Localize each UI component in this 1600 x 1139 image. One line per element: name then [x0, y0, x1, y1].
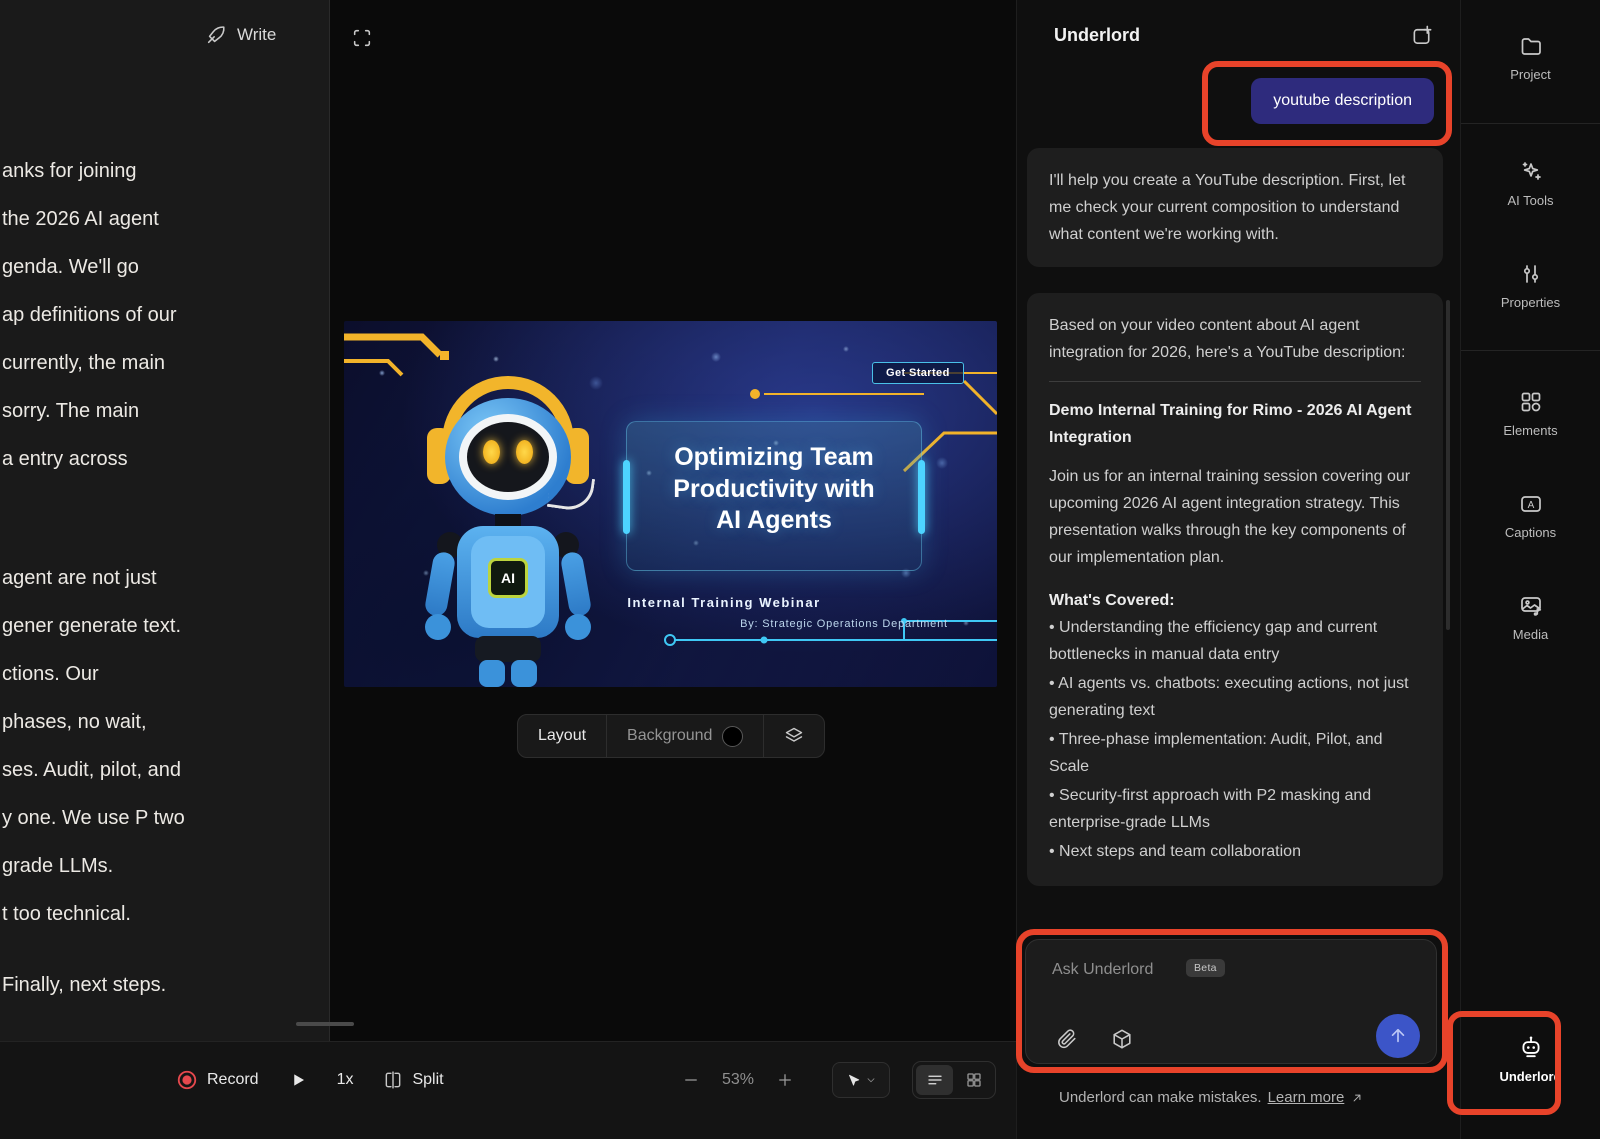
get-started-label: Get Started — [872, 362, 964, 384]
bullet-item: • Next steps and team collaboration — [1049, 838, 1421, 865]
sidebar-item-elements[interactable]: Elements — [1461, 390, 1600, 438]
chat-scrollbar[interactable] — [1446, 300, 1450, 630]
script-view-toggle[interactable] — [916, 1065, 953, 1095]
sidebar-item-properties[interactable]: Properties — [1461, 262, 1600, 310]
new-chat-button[interactable] — [1411, 24, 1434, 47]
robot-illustration: AI — [399, 376, 634, 687]
script-line[interactable]: sorry. The main — [2, 387, 329, 435]
chat-disclaimer: Underlord can make mistakes. Learn more — [1059, 1089, 1364, 1106]
sidebar-item-project[interactable]: Project — [1461, 34, 1600, 82]
send-button[interactable] — [1376, 1014, 1420, 1058]
script-editor-panel[interactable]: Write anks for joining the 2026 AI agent… — [0, 0, 330, 1041]
media-icon — [1519, 594, 1543, 618]
sliders-icon — [1519, 262, 1543, 286]
assistant-message-1: I'll help you create a YouTube descripti… — [1027, 148, 1443, 267]
description-paragraph: Join us for an internal training session… — [1049, 463, 1421, 571]
title-panel: Optimizing Team Productivity with AI Age… — [626, 421, 922, 571]
canvas-subtitle: Internal Training Webinar — [524, 595, 924, 610]
record-button[interactable]: Record — [176, 1069, 259, 1091]
layers-button[interactable] — [764, 715, 824, 757]
learn-more-link[interactable]: Learn more — [1268, 1089, 1345, 1106]
bullet-item: • Understanding the efficiency gap and c… — [1049, 614, 1421, 668]
bullet-item: • Three-phase implementation: Audit, Pil… — [1049, 726, 1421, 780]
beta-badge: Beta — [1186, 959, 1225, 977]
script-line[interactable]: currently, the main — [2, 339, 329, 387]
sidebar-item-media[interactable]: Media — [1461, 594, 1600, 642]
canvas-byline: By: Strategic Operations Department — [644, 618, 997, 630]
external-link-icon — [1350, 1091, 1364, 1105]
message-divider — [1049, 381, 1421, 382]
pointer-tool-dropdown[interactable] — [832, 1062, 890, 1098]
assistant-message-2: Based on your video content about AI age… — [1027, 293, 1443, 886]
robot-icon — [1518, 1034, 1544, 1060]
write-button[interactable]: Write — [205, 24, 276, 46]
script-line[interactable]: agent are not just — [2, 554, 329, 602]
attach-file-button[interactable] — [1056, 1028, 1078, 1050]
sidebar-divider — [1461, 350, 1600, 351]
script-line[interactable]: a entry across — [2, 435, 329, 483]
captions-icon: A — [1519, 492, 1543, 516]
background-button[interactable]: Background — [607, 715, 763, 757]
zoom-level: 53% — [722, 1071, 754, 1089]
folder-icon — [1519, 34, 1543, 58]
script-text[interactable]: anks for joining the 2026 AI agent genda… — [2, 147, 329, 1009]
description-title: Demo Internal Training for Rimo - 2026 A… — [1049, 397, 1421, 451]
chat-panel-title: Underlord — [1054, 25, 1140, 46]
script-line[interactable]: ses. Audit, pilot, and — [2, 746, 329, 794]
sidebar-divider — [1461, 123, 1600, 124]
script-line[interactable]: anks for joining — [2, 147, 329, 195]
ai-chip-badge: AI — [488, 558, 528, 598]
zoom-in-button[interactable] — [776, 1071, 794, 1089]
panel-scroll-indicator[interactable] — [296, 1022, 354, 1026]
sidebar-item-ai-tools[interactable]: AI Tools — [1461, 160, 1600, 208]
script-line[interactable]: Finally, next steps. — [2, 961, 329, 1009]
sidebar-item-underlord[interactable]: Underlord — [1461, 1034, 1600, 1084]
bullet-item: • Security-first approach with P2 maskin… — [1049, 782, 1421, 836]
underlord-chat-panel: Underlord youtube description I'll help … — [1016, 0, 1460, 1139]
split-button[interactable]: Split — [383, 1070, 443, 1090]
script-line[interactable]: ap definitions of our — [2, 291, 329, 339]
elements-icon — [1519, 390, 1543, 414]
expand-canvas-button[interactable] — [351, 27, 373, 49]
transport-toolbar: Record 1x Split 53% — [0, 1041, 1016, 1139]
layers-icon — [784, 726, 804, 746]
write-label: Write — [237, 25, 276, 45]
script-line[interactable]: phases, no wait, — [2, 698, 329, 746]
video-canvas[interactable]: Get Started AI Optimizing Team Productiv… — [344, 321, 997, 687]
whats-covered-heading: What's Covered: — [1049, 587, 1421, 614]
playback-speed-button[interactable]: 1x — [337, 1071, 354, 1089]
bullet-item: • AI agents vs. chatbots: executing acti… — [1049, 670, 1421, 724]
script-line[interactable]: genda. We'll go — [2, 243, 329, 291]
svg-text:A: A — [1527, 500, 1534, 511]
script-line[interactable]: gener generate text. — [2, 602, 329, 650]
split-icon — [383, 1070, 403, 1090]
quill-icon — [205, 24, 227, 46]
script-line[interactable]: y one. We use P two — [2, 794, 329, 842]
chevron-down-icon — [865, 1074, 877, 1086]
sparkles-icon — [1519, 160, 1543, 184]
user-message-bubble: youtube description — [1251, 78, 1434, 124]
cursor-icon — [846, 1073, 861, 1088]
sidebar-item-captions[interactable]: A Captions — [1461, 492, 1600, 540]
script-line[interactable]: t too technical. — [2, 890, 329, 938]
assistant-message-1-text: I'll help you create a YouTube descripti… — [1049, 167, 1421, 248]
grid-view-toggle[interactable] — [955, 1065, 992, 1095]
canvas-toolbar: Layout Background — [517, 714, 825, 758]
message-intro: Based on your video content about AI age… — [1049, 312, 1421, 366]
record-icon — [176, 1069, 198, 1091]
view-toggle — [912, 1061, 996, 1099]
script-line[interactable]: ctions. Our — [2, 650, 329, 698]
ask-underlord-input-card: Beta — [1025, 939, 1437, 1064]
ask-underlord-input[interactable] — [1052, 956, 1282, 984]
video-preview-panel: Get Started AI Optimizing Team Productiv… — [330, 0, 1016, 1041]
right-sidebar: Project AI Tools Properties Elements A C… — [1460, 0, 1600, 1139]
script-line[interactable]: grade LLMs. — [2, 842, 329, 890]
layout-button[interactable]: Layout — [518, 715, 606, 757]
background-color-swatch[interactable] — [722, 726, 743, 747]
canvas-title: Optimizing Team Productivity with AI Age… — [666, 422, 882, 537]
context-cube-button[interactable] — [1111, 1028, 1133, 1050]
zoom-out-button[interactable] — [682, 1071, 700, 1089]
play-button[interactable] — [289, 1071, 307, 1089]
script-line[interactable]: the 2026 AI agent — [2, 195, 329, 243]
